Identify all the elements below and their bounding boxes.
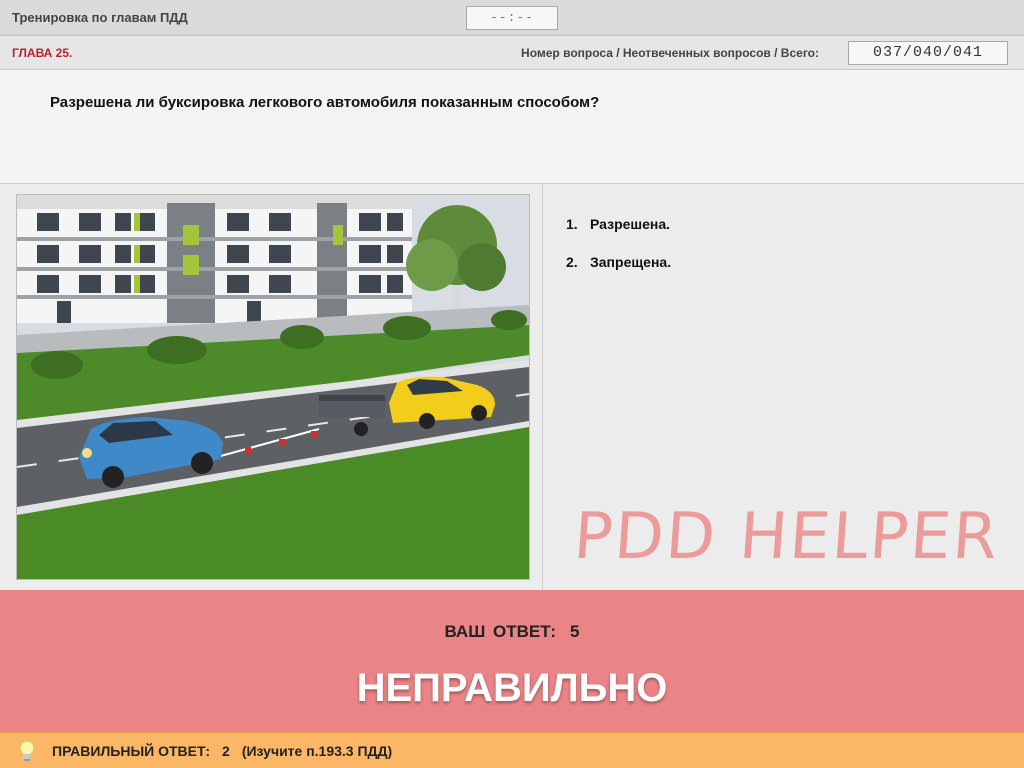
- correct-answer-value: 2: [222, 743, 230, 759]
- app-title: Тренировка по главам ПДД: [12, 10, 188, 25]
- content-area: 1. Разрешена. 2. Запрещена. PDD HELPER: [0, 184, 1024, 590]
- watermark-logo: PDD HELPER: [571, 500, 1002, 574]
- answer-text: Разрешена.: [590, 216, 670, 232]
- answer-text: Запрещена.: [590, 254, 672, 270]
- correct-answer-text: ПРАВИЛЬНЫЙ ОТВЕТ: 2 (Изучите п.193.3 ПДД): [52, 743, 392, 759]
- question-text: Разрешена ли буксировка легкового автомо…: [50, 94, 600, 111]
- answer-number: 2.: [566, 254, 578, 270]
- timer-display: --:--: [466, 6, 558, 30]
- lightbulb-icon: [19, 740, 35, 761]
- question-counter-label: Номер вопроса / Неотвеченных вопросов / …: [521, 46, 819, 60]
- rule-hint: (Изучите п.193.3 ПДД): [241, 743, 393, 759]
- verdict-text: НЕПРАВИЛЬНО: [356, 666, 668, 710]
- chapter-label: ГЛАВА 25.: [12, 46, 73, 60]
- correct-answer-bar: ПРАВИЛЬНЫЙ ОТВЕТ: 2 (Изучите п.193.3 ПДД): [0, 732, 1024, 768]
- answers-panel: 1. Разрешена. 2. Запрещена. PDD HELPER: [544, 184, 1024, 590]
- title-bar: Тренировка по главам ПДД --:--: [0, 0, 1024, 36]
- question-panel: Разрешена ли буксировка легкового автомо…: [0, 70, 1024, 184]
- question-header: ГЛАВА 25. Номер вопроса / Неотвеченных в…: [0, 36, 1024, 70]
- correct-answer-label: ПРАВИЛЬНЫЙ ОТВЕТ:: [52, 743, 211, 759]
- training-app: Тренировка по главам ПДД --:-- ГЛАВА 25.…: [0, 0, 1024, 768]
- question-illustration: [16, 194, 530, 580]
- answer-option-1[interactable]: 1. Разрешена.: [566, 216, 670, 232]
- image-panel: [0, 184, 543, 590]
- result-panel: ВАШ ОТВЕТ: 5 НЕПРАВИЛЬНО: [0, 590, 1024, 732]
- your-answer-value: 5: [570, 622, 580, 641]
- answer-number: 1.: [566, 216, 578, 232]
- answer-option-2[interactable]: 2. Запрещена.: [566, 254, 671, 270]
- question-counter: 037/040/041: [848, 41, 1008, 65]
- your-answer-label: ВАШ ОТВЕТ:: [444, 622, 557, 641]
- your-answer-line: ВАШ ОТВЕТ: 5: [0, 622, 1024, 642]
